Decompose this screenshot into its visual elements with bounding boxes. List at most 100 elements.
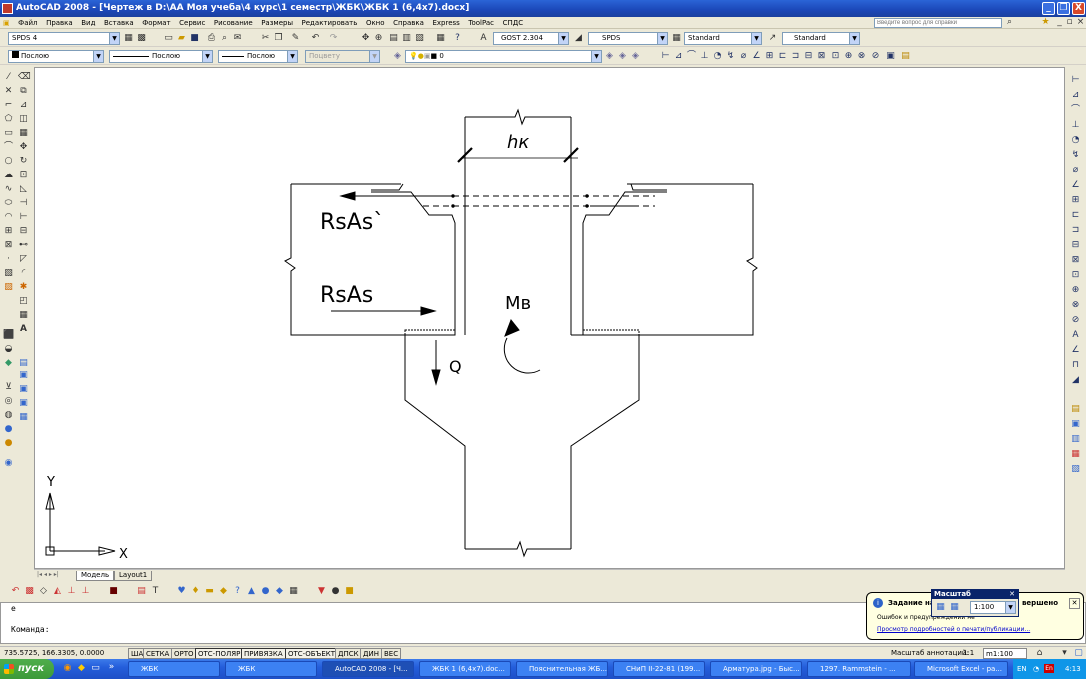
menu-draw[interactable]: Рисование — [211, 17, 256, 29]
make-block-icon[interactable]: ⊠ — [3, 240, 14, 251]
dyn-toggle[interactable]: ДИН — [360, 648, 382, 659]
filter-icon[interactable]: ▼ — [316, 586, 327, 597]
text-style-icon[interactable]: A — [478, 33, 489, 44]
coordinates-readout[interactable]: 735.5725, 166.3305, 0.0000 — [2, 648, 107, 659]
dim-radius-icon[interactable]: ◔ — [712, 51, 723, 62]
ducs-toggle[interactable]: ДПСК — [335, 648, 362, 659]
view-top-icon[interactable]: ▣ — [18, 384, 29, 395]
insert-icon[interactable]: ▩ — [24, 586, 35, 597]
linetype-select[interactable]: Послою ▼ — [109, 50, 213, 63]
layer-iso-icon[interactable]: ● — [260, 586, 271, 597]
mleader-style-icon[interactable]: ↗ — [767, 33, 778, 44]
publish-icon[interactable]: ✉ — [232, 33, 243, 44]
dim-arc-icon[interactable]: ⌒ — [1070, 105, 1081, 116]
measure-icon[interactable]: ◭ — [52, 586, 63, 597]
dim-update-icon[interactable]: ▤ — [900, 51, 911, 62]
dim-table-icon[interactable]: ▧ — [1070, 464, 1081, 475]
region-icon[interactable]: ◰ — [18, 296, 29, 307]
make-layer-current-icon[interactable]: ◈ — [604, 51, 615, 62]
construction-line-icon[interactable]: ✕ — [3, 86, 14, 97]
dim-diameter-icon[interactable]: ⌀ — [1070, 165, 1081, 176]
dim-inspect-icon[interactable]: ⊗ — [1070, 300, 1081, 311]
tray-clock[interactable]: 4:13 — [1065, 659, 1081, 679]
dim-continue-icon[interactable]: ⊐ — [1070, 225, 1081, 236]
copy-icon[interactable]: ❐ — [273, 33, 284, 44]
rectangle-icon[interactable]: ▭ — [3, 128, 14, 139]
revcloud-icon[interactable]: ☁ — [3, 170, 14, 181]
child-restore-icon[interactable]: ▫ — [1064, 17, 1075, 28]
text-style-select[interactable]: GOST 2.304 ▼ — [493, 32, 569, 45]
properties-icon[interactable]: ▤ — [388, 33, 399, 44]
dim-aligned-icon[interactable]: ⊿ — [1070, 90, 1081, 101]
scale-icon[interactable]: ⊡ — [18, 170, 29, 181]
balloon-close-button[interactable]: ✕ — [1069, 598, 1080, 609]
new-file-icon[interactable]: ▭ — [163, 33, 174, 44]
block-icon[interactable]: ◇ — [38, 586, 49, 597]
menu-dimension[interactable]: Размеры — [258, 17, 296, 29]
wireframe-icon[interactable]: ◍ — [3, 410, 14, 421]
dim-angular-icon[interactable]: ∠ — [1070, 180, 1081, 191]
match-properties-icon[interactable]: ✎ — [290, 33, 301, 44]
menu-view[interactable]: Вид — [78, 17, 98, 29]
task-folder-1[interactable]: ЖБК — [128, 661, 220, 677]
layer-states-icon[interactable]: ◈ — [630, 51, 641, 62]
polyline-icon[interactable]: ⌐ — [3, 100, 14, 111]
orbit-icon[interactable]: ◎ — [3, 396, 14, 407]
plot-preview-icon[interactable]: ⌕ — [219, 33, 230, 44]
offset-icon[interactable]: ◫ — [18, 114, 29, 125]
move-icon[interactable]: ✥ — [18, 142, 29, 153]
scale-popup-icon-2[interactable]: ▦ — [949, 602, 960, 613]
dim-aligned-icon[interactable]: ⊿ — [673, 51, 684, 62]
layer-freeze-icon[interactable]: ♦ — [190, 586, 201, 597]
undo-icon[interactable]: ↶ — [310, 33, 321, 44]
dim-jogged-linear-icon[interactable]: ⊘ — [1070, 315, 1081, 326]
clean-screen-icon[interactable]: ▢ — [1073, 648, 1084, 659]
zoom-icon[interactable]: ⊕ — [373, 33, 384, 44]
dim-baseline-icon[interactable]: ⊏ — [1070, 210, 1081, 221]
mleader-style-select[interactable]: Standard ▼ — [782, 32, 860, 45]
dim-ordinate-icon[interactable]: ⊥ — [1070, 120, 1081, 131]
mirror-icon[interactable]: ⊿ — [18, 100, 29, 111]
menu-modify[interactable]: Редактировать — [299, 17, 361, 29]
dist-icon[interactable]: ⊥ — [80, 586, 91, 597]
redo-icon[interactable]: ↷ — [328, 33, 339, 44]
minimize-button[interactable]: _ — [1042, 2, 1055, 15]
dim-linear-icon[interactable]: ⊢ — [660, 51, 671, 62]
dim-text-edit-icon[interactable]: ∠ — [1070, 345, 1081, 356]
task-armatura-image[interactable]: Арматура.jpg - Быс... — [710, 661, 802, 677]
menu-format[interactable]: Формат — [139, 17, 173, 29]
cut-icon[interactable]: ✂ — [260, 33, 271, 44]
menu-toolpac[interactable]: ToolPac — [465, 17, 497, 29]
dim-diameter-icon[interactable]: ⌀ — [738, 51, 749, 62]
shade-icon[interactable]: ▤ — [18, 358, 29, 369]
comm-center-icon[interactable]: ▾ — [1059, 648, 1070, 659]
workspace-select[interactable]: SPDS 4 ▼ — [8, 32, 120, 45]
copy-object-icon[interactable]: ⧉ — [18, 86, 29, 97]
dim-arc-icon[interactable]: ⌒ — [686, 51, 697, 62]
ellipse-icon[interactable]: ⬭ — [3, 198, 14, 209]
layer-lock-small-icon[interactable]: ▲ — [246, 586, 257, 597]
dim-space-icon[interactable]: ⊟ — [1070, 240, 1081, 251]
layer-manager-icon[interactable]: ◈ — [392, 51, 403, 62]
trim-icon[interactable]: ⊣ — [18, 198, 29, 209]
line-icon[interactable]: ⁄ — [3, 72, 14, 83]
dim-jogged-linear-icon[interactable]: ⊘ — [870, 51, 881, 62]
plotstyle-select[interactable]: Поцвету ▼ — [305, 50, 380, 63]
sphere-icon[interactable]: ◒ — [3, 344, 14, 355]
ortho-toggle[interactable]: ОРТО — [171, 648, 197, 659]
quicklaunch-desktop-icon[interactable]: ▭ — [90, 663, 101, 674]
menu-help[interactable]: Справка — [390, 17, 427, 29]
layer-walk-icon[interactable]: ▬ — [204, 586, 215, 597]
menu-express[interactable]: Express — [429, 17, 462, 29]
tolerance-icon[interactable]: ⊡ — [830, 51, 841, 62]
quicklaunch-more-icon[interactable]: » — [106, 662, 117, 673]
quicklaunch-browser-icon[interactable]: ◉ — [62, 663, 73, 674]
layer-delete-icon[interactable]: ◆ — [274, 586, 285, 597]
scale-popup-close-icon[interactable]: ✕ — [1009, 590, 1018, 599]
tray-network-icon[interactable]: ◔ — [1033, 659, 1039, 679]
grid-toggle[interactable]: СЕТКА — [143, 648, 173, 659]
materials-icon[interactable]: ● — [3, 438, 14, 449]
favorites-icon[interactable]: ★ — [1040, 17, 1051, 28]
annotation-scale-value[interactable]: 1:1 — [963, 649, 974, 657]
start-button[interactable]: пуск — [0, 659, 54, 679]
